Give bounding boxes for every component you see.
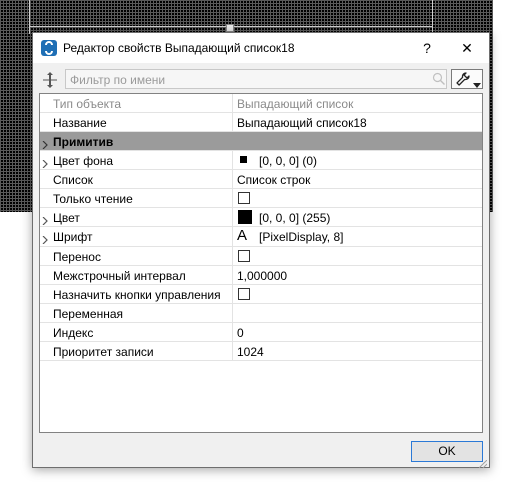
app-icon [41,40,57,56]
resize-grip-icon[interactable] [478,457,488,469]
property-row-bg-color[interactable]: Цвет фона [0, 0, 0] (0) [40,151,482,170]
property-row-read-only[interactable]: Только чтение [40,189,482,208]
property-name: Список [53,173,93,187]
property-name: Перенос [53,250,101,264]
wrap-checkbox[interactable] [238,250,250,262]
property-row-type: Тип объекта Выпадающий список [40,94,482,113]
resize-handle[interactable] [226,24,234,32]
property-value[interactable]: 0 [237,326,244,340]
property-value[interactable]: Выпадающий список18 [237,116,367,130]
property-name: Цвет [53,211,80,225]
property-value[interactable]: Список строк [237,173,310,187]
tools-menu-button[interactable] [451,69,483,89]
filter-input[interactable] [65,69,447,89]
property-name: Только чтение [53,192,133,206]
property-row-wrap[interactable]: Перенос [40,247,482,266]
property-row-line-spacing[interactable]: Межстрочный интервал 1,000000 [40,266,482,285]
property-grid: Тип объекта Выпадающий список Название В… [39,93,483,433]
property-row-list[interactable]: Список Список строк [40,170,482,189]
property-name: Тип объекта [53,97,122,111]
read-only-checkbox[interactable] [238,192,250,204]
chevron-right-icon[interactable] [42,233,48,245]
window-title: Редактор свойств Выпадающий список18 [63,41,295,55]
property-name: Шрифт [53,230,93,244]
property-row-nav-buttons[interactable]: Назначить кнопки управления [40,285,482,304]
property-name: Межстрочный интервал [53,269,186,283]
property-row-color[interactable]: Цвет [0, 0, 0] (255) [40,208,482,227]
font-icon: A [237,227,248,244]
chevron-right-icon[interactable] [42,157,48,169]
color-swatch [240,156,247,163]
property-value[interactable]: 1024 [237,345,264,359]
property-row-font[interactable]: Шрифт A [PixelDisplay, 8] [40,227,482,247]
property-row-variable[interactable]: Переменная [40,304,482,323]
property-row-priority[interactable]: Приоритет записи 1024 [40,342,482,361]
chevron-right-icon[interactable] [42,214,48,226]
move-arrows-icon[interactable] [41,71,59,89]
property-value[interactable]: 1,000000 [237,269,287,283]
wrench-icon [455,71,471,90]
property-value[interactable]: [PixelDisplay, 8] [259,230,343,244]
property-row-title[interactable]: Название Выпадающий список18 [40,113,482,132]
property-row-index[interactable]: Индекс 0 [40,323,482,342]
help-button[interactable]: ? [407,33,447,63]
magnifier-icon [432,72,446,86]
property-name: Приоритет записи [53,345,154,359]
close-button[interactable]: ✕ [447,33,487,63]
property-name: Назначить кнопки управления [53,288,221,302]
chevron-right-icon[interactable] [42,138,48,150]
guide-line [29,0,30,34]
category-name: Примитив [53,135,114,149]
property-value[interactable]: [0, 0, 0] (0) [259,154,317,168]
property-value[interactable]: [0, 0, 0] (255) [259,211,330,225]
property-editor-dialog: Редактор свойств Выпадающий список18 ? ✕ [32,32,490,469]
property-name: Индекс [53,326,94,340]
property-value: Выпадающий список [237,97,354,111]
nav-buttons-checkbox[interactable] [238,288,250,300]
color-swatch [238,210,252,224]
property-name: Переменная [53,307,123,321]
toolbar [39,69,485,91]
ok-button[interactable]: OK [411,441,483,462]
guide-line [432,0,433,34]
property-name: Название [53,116,107,130]
property-name: Цвет фона [53,154,114,168]
title-bar: Редактор свойств Выпадающий список18 ? ✕ [33,33,489,63]
chevron-down-icon [473,77,481,91]
category-row-primitive[interactable]: Примитив [40,132,482,151]
